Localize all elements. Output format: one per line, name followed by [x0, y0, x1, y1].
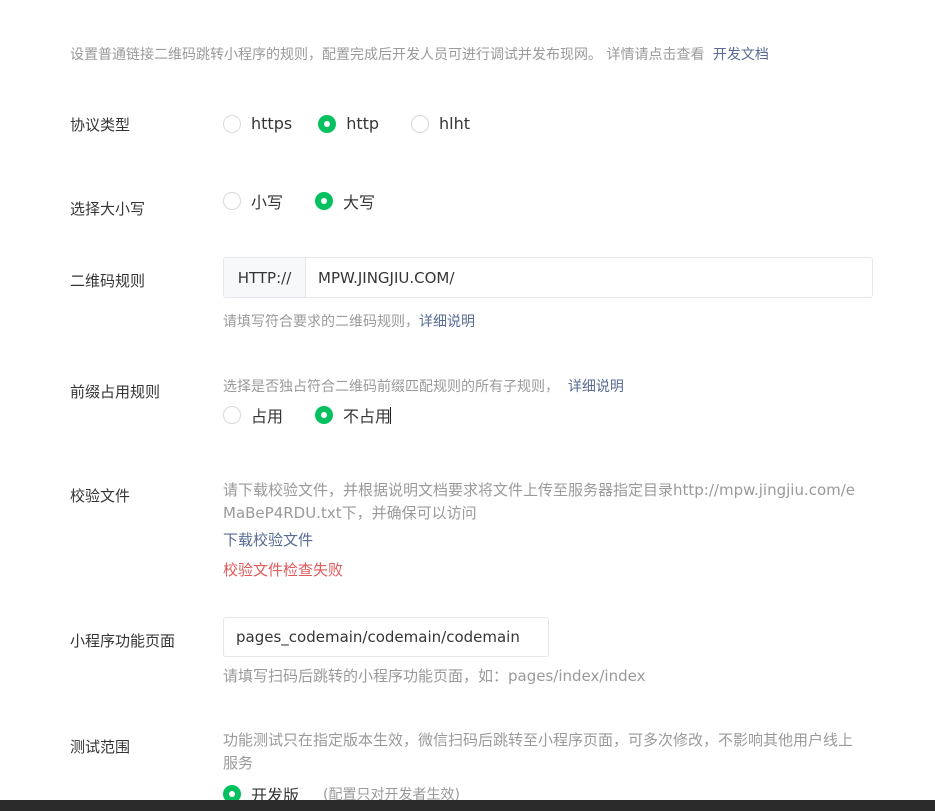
case-option-lower[interactable]: 小写	[223, 189, 283, 213]
prefix-rule-hint-text: 选择是否独占符合二维码前缀匹配规则的所有子规则，	[223, 379, 559, 395]
prefix-option-not-occupy[interactable]: 不占用	[315, 403, 392, 427]
prefix-option-label: 不占用	[343, 407, 392, 426]
protocol-option-label: https	[251, 114, 293, 133]
mini-page-input[interactable]: pages_codemain/codemain/codemain	[223, 617, 549, 657]
radio-circle	[223, 406, 241, 424]
radio-circle-checked	[318, 114, 337, 133]
protocol-option-http[interactable]: http	[318, 114, 379, 133]
prefix-option-label: 占用	[251, 407, 284, 426]
case-label: 选择大小写	[70, 200, 146, 218]
protocol-option-label: hlht	[439, 114, 471, 133]
verify-file-error: 校验文件检查失败	[223, 561, 344, 579]
verify-file-label: 校验文件	[70, 487, 131, 505]
prefix-rule-detail-link[interactable]: 详细说明	[568, 379, 624, 395]
prefix-rule-hint: 选择是否独占符合二维码前缀匹配规则的所有子规则， 详细说明	[223, 376, 624, 396]
protocol-label: 协议类型	[70, 116, 131, 134]
radio-circle-checked	[315, 406, 334, 424]
verify-file-desc: 请下载校验文件，并根据说明文档要求将文件上传至服务器指定目录http://mpw…	[223, 481, 856, 522]
case-radio-group: 小写 大写	[223, 189, 407, 213]
prefix-option-occupy[interactable]: 占用	[223, 403, 283, 427]
case-option-upper[interactable]: 大写	[315, 189, 375, 213]
radio-circle	[223, 192, 241, 210]
radio-circle-checked	[315, 192, 334, 210]
qr-rule-value[interactable]: MPW.JINGJIU.COM/	[306, 258, 872, 297]
qr-rule-prefix: HTTP://	[224, 258, 306, 297]
prefix-rule-radio-group: 占用 不占用	[223, 403, 423, 427]
radio-circle	[223, 114, 241, 133]
case-option-label: 小写	[251, 193, 284, 212]
text-cursor	[390, 406, 392, 424]
protocol-option-hlht[interactable]: hlht	[411, 114, 470, 133]
prefix-rule-label: 前缀占用规则	[70, 383, 161, 401]
radio-circle	[411, 114, 430, 133]
qr-rule-label: 二维码规则	[70, 272, 146, 290]
protocol-option-https[interactable]: https	[223, 114, 292, 133]
mini-page-label: 小程序功能页面	[70, 632, 176, 650]
dev-docs-link[interactable]: 开发文档	[713, 47, 769, 63]
bottom-taskbar	[0, 800, 935, 811]
protocol-radio-group: https http hlht	[223, 114, 502, 133]
intro-description: 设置普通链接二维码跳转小程序的规则，配置完成后开发人员可进行调试并发布现网。 详…	[70, 47, 705, 63]
test-range-desc: 功能测试只在指定版本生效，微信扫码后跳转至小程序页面，可多次修改，不影响其他用户…	[223, 731, 854, 772]
intro-text: 设置普通链接二维码跳转小程序的规则，配置完成后开发人员可进行调试并发布现网。 详…	[70, 44, 769, 64]
qr-rule-detail-link[interactable]: 详细说明	[419, 314, 475, 330]
mini-page-hint: 请填写扫码后跳转的小程序功能页面，如：pages/index/index	[223, 667, 646, 685]
test-range-label: 测试范围	[70, 738, 131, 756]
download-verify-file-link[interactable]: 下载校验文件	[223, 529, 313, 550]
qr-rule-hint-text: 请填写符合要求的二维码规则，	[223, 314, 419, 330]
protocol-option-label: http	[346, 114, 380, 133]
case-option-label: 大写	[343, 193, 376, 212]
qr-rule-input[interactable]: HTTP:// MPW.JINGJIU.COM/	[223, 257, 873, 298]
qr-rule-hint: 请填写符合要求的二维码规则，详细说明	[223, 311, 475, 331]
